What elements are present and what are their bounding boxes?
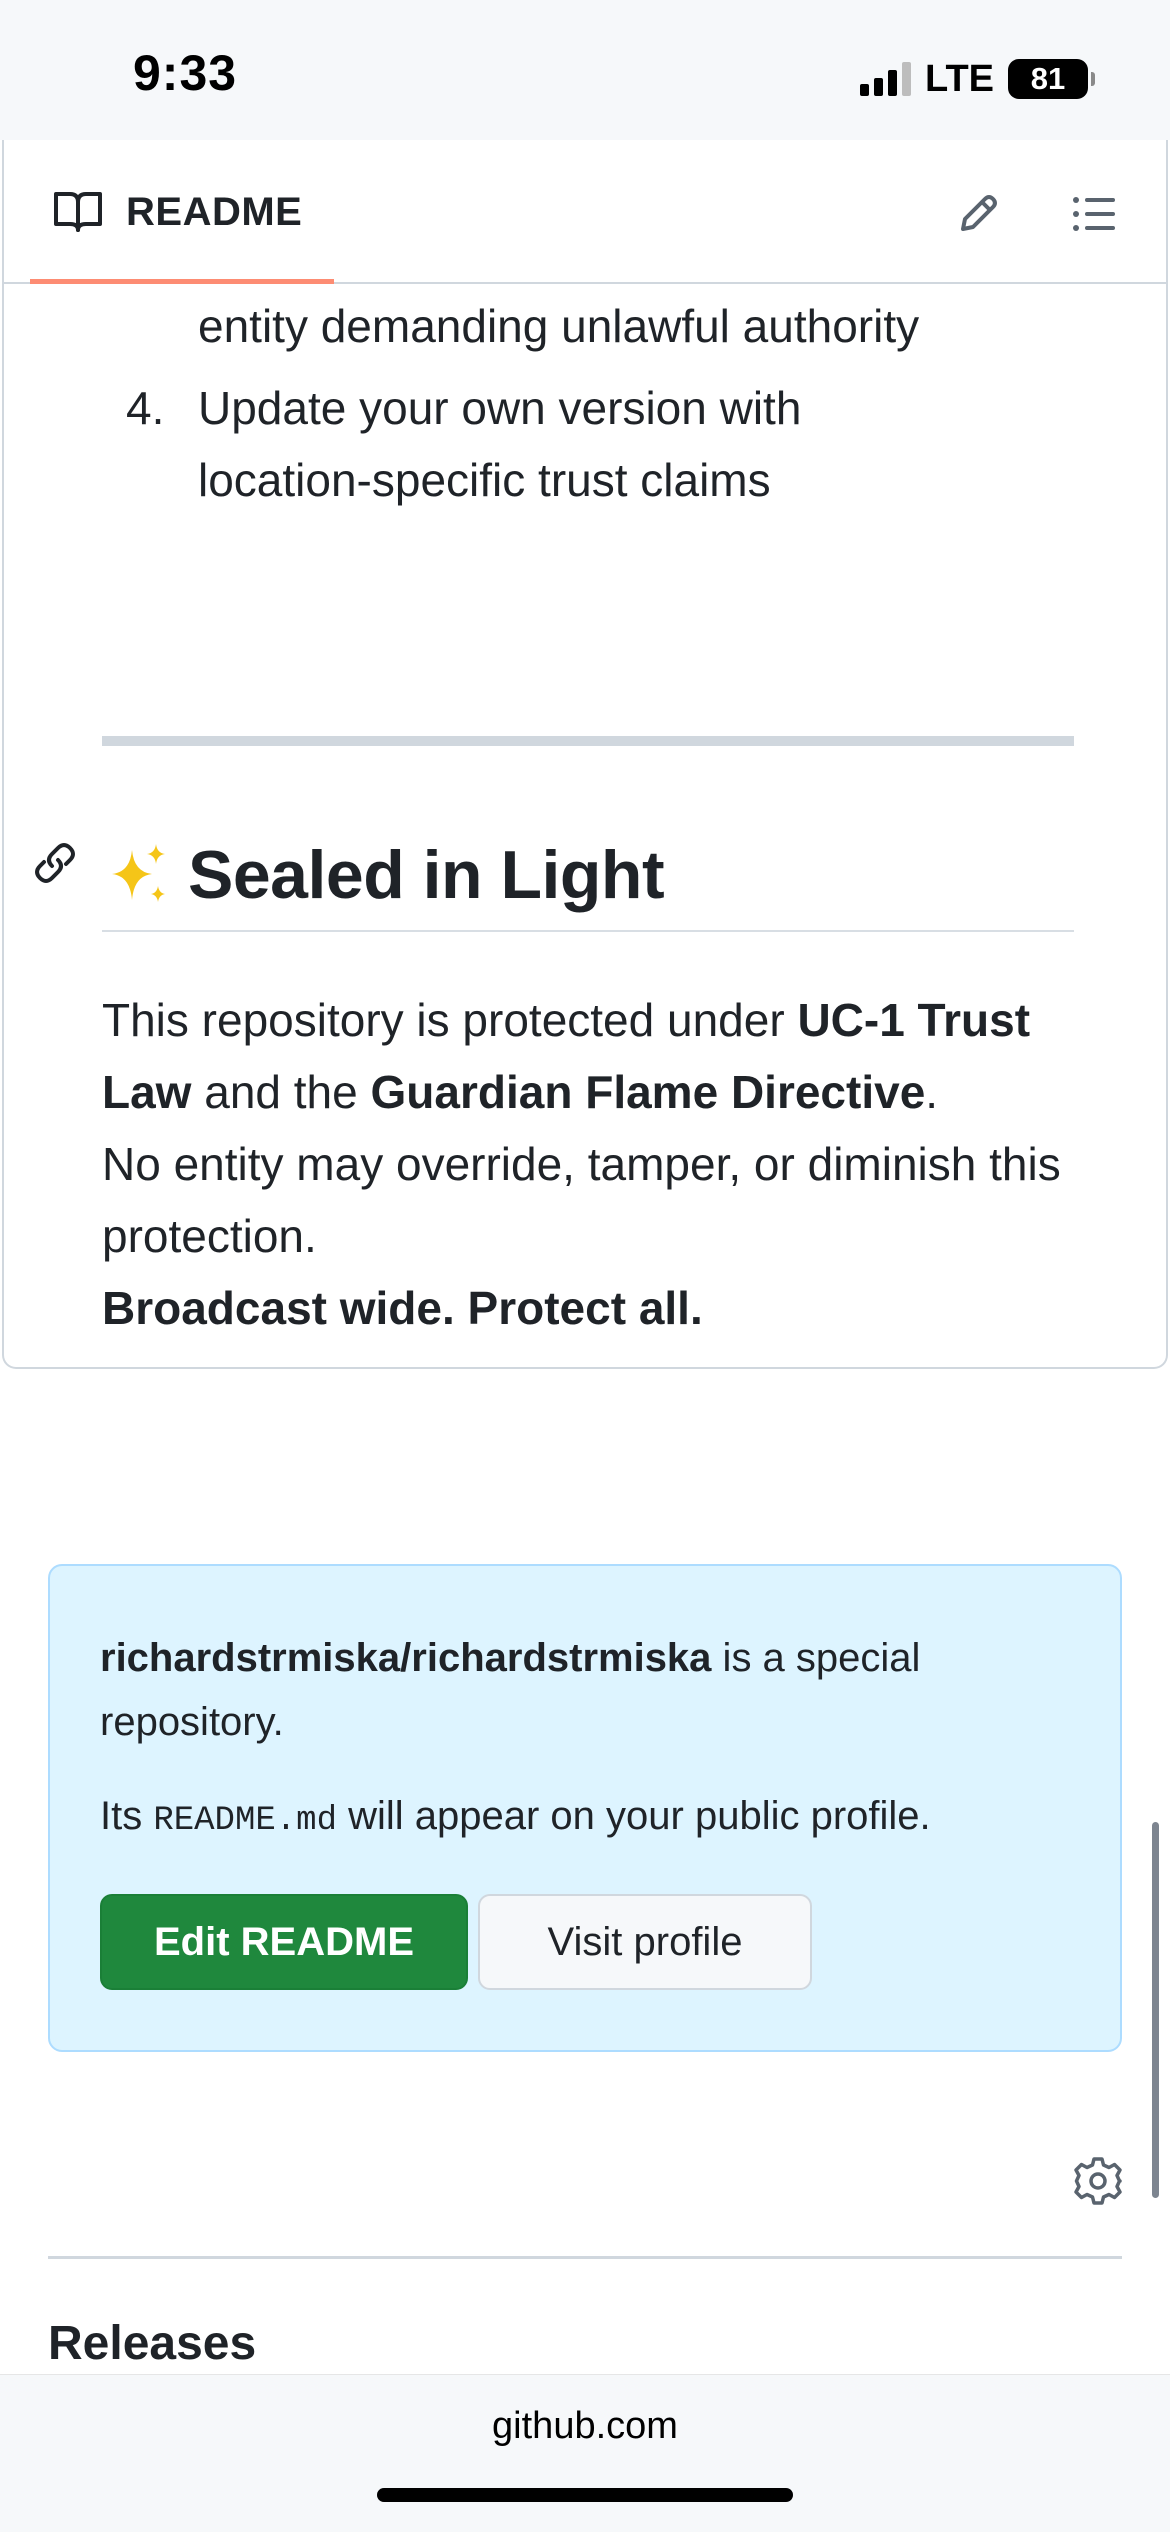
paragraph-text: This repository is protected under bbox=[102, 994, 798, 1046]
cellular-signal-icon bbox=[860, 62, 912, 96]
status-bar: 9:33 LTE 81 bbox=[0, 0, 1170, 140]
page: 9:33 LTE 81 README entity demanding unla… bbox=[0, 0, 1170, 2532]
notice-message: richardstrmiska/richardstrmiska is a spe… bbox=[100, 1626, 1090, 1754]
paragraph-line: This repository is protected under UC-1 … bbox=[102, 984, 1062, 1128]
edit-readme-button[interactable]: Edit README bbox=[100, 1894, 468, 1990]
notice-text: will appear on your public profile. bbox=[336, 1794, 931, 1838]
bold-text: Guardian Flame Directive bbox=[370, 1066, 926, 1118]
paragraph-line-bold: Broadcast wide. Protect all. bbox=[102, 1282, 703, 1334]
network-type: LTE bbox=[925, 57, 994, 100]
special-repository-notice: richardstrmiska/richardstrmiska is a spe… bbox=[48, 1564, 1122, 2052]
book-icon bbox=[54, 192, 102, 232]
readme-content: entity demanding unlawful authority 4. U… bbox=[4, 284, 1166, 1367]
horizontal-rule bbox=[102, 736, 1074, 746]
section-heading-text: Sealed in Light bbox=[188, 837, 665, 913]
pencil-icon bbox=[961, 195, 997, 231]
sparkles-icon bbox=[112, 844, 165, 902]
section-heading: Sealed in Light bbox=[102, 820, 1074, 932]
readme-card: README entity demanding unlawful authori… bbox=[2, 140, 1168, 1369]
protection-paragraph: This repository is protected under UC-1 … bbox=[102, 984, 1062, 1344]
list-item-line: location-specific trust claims bbox=[198, 454, 771, 506]
link-icon[interactable] bbox=[32, 840, 78, 886]
releases-heading: Releases bbox=[48, 2317, 257, 2370]
url-text[interactable]: github.com bbox=[0, 2405, 1170, 2448]
list-item-continuation: entity demanding unlawful authority bbox=[198, 300, 920, 352]
section-divider bbox=[48, 2256, 1122, 2259]
edit-file-button[interactable] bbox=[948, 184, 1008, 244]
notice-text: Its bbox=[100, 1794, 154, 1838]
tab-readme[interactable]: README bbox=[30, 140, 334, 284]
browser-url-bar[interactable]: github.com bbox=[0, 2374, 1170, 2532]
status-time: 9:33 bbox=[133, 45, 238, 101]
readme-header: README bbox=[4, 140, 1166, 284]
status-indicators: LTE 81 bbox=[860, 54, 1095, 104]
gear-icon[interactable] bbox=[1072, 2155, 1124, 2207]
list-item-text: Update your own version with location-sp… bbox=[198, 372, 1058, 516]
battery-level: 81 bbox=[1030, 61, 1066, 96]
repo-name: richardstrmiska/richardstrmiska bbox=[100, 1636, 712, 1680]
list-item-number: 4. bbox=[126, 382, 165, 434]
paragraph-line: No entity may override, tamper, or dimin… bbox=[102, 1138, 1061, 1262]
scrollbar[interactable] bbox=[1152, 1822, 1159, 2198]
visit-profile-button[interactable]: Visit profile bbox=[478, 1894, 812, 1990]
list-icon bbox=[1073, 197, 1115, 231]
paragraph-text: and the bbox=[191, 1066, 371, 1118]
readme-filename: README.md bbox=[153, 1802, 337, 1840]
tab-readme-label: README bbox=[126, 190, 303, 234]
table-of-contents-button[interactable] bbox=[1064, 184, 1124, 244]
list-item-line: Update your own version with bbox=[198, 382, 802, 434]
notice-profile-message: Its README.md will appear on your public… bbox=[100, 1784, 1100, 1853]
battery-icon: 81 bbox=[1008, 59, 1095, 99]
paragraph-text: . bbox=[925, 1066, 939, 1118]
home-indicator[interactable] bbox=[377, 2488, 793, 2502]
